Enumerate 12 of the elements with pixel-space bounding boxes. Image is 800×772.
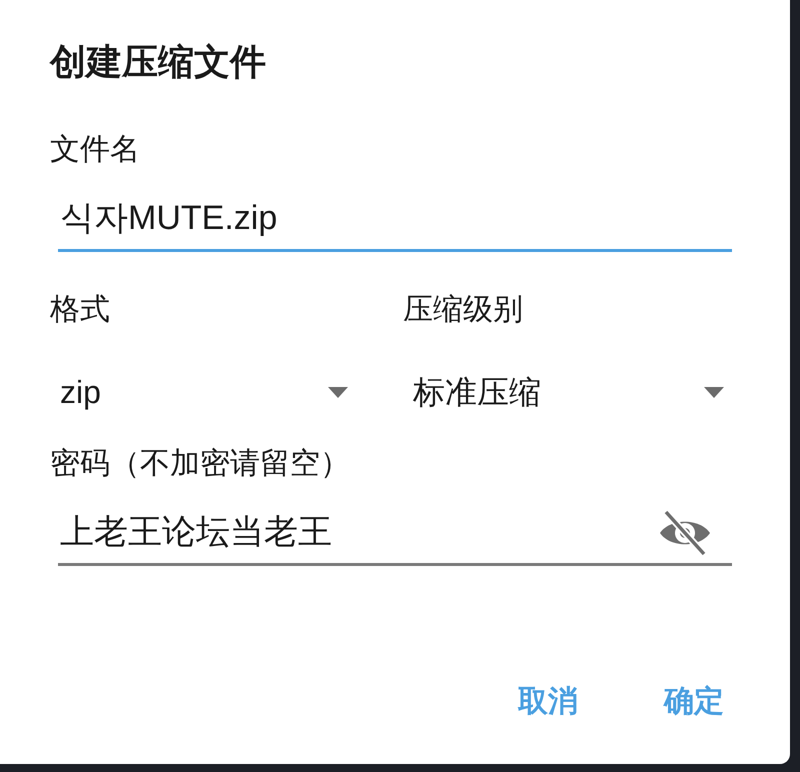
field-label: 格式 xyxy=(50,292,110,328)
text-field[interactable]: 식자MUTE.zip xyxy=(58,193,732,244)
field-label: 密码（不加密请留空） xyxy=(50,446,350,482)
caret-icon xyxy=(704,386,724,398)
field-label: 压缩级别 xyxy=(403,292,523,328)
eye-off-icon[interactable] xyxy=(658,510,712,556)
compression-select[interactable]: 标准压缩 xyxy=(403,364,732,420)
caret-icon xyxy=(328,386,348,398)
text-field[interactable]: 上老王论坛当老王 xyxy=(58,507,658,558)
field-label: 文件名 xyxy=(50,132,140,168)
format-select[interactable]: zip xyxy=(50,364,356,420)
dialog-title: 创建压缩文件 xyxy=(50,40,267,84)
